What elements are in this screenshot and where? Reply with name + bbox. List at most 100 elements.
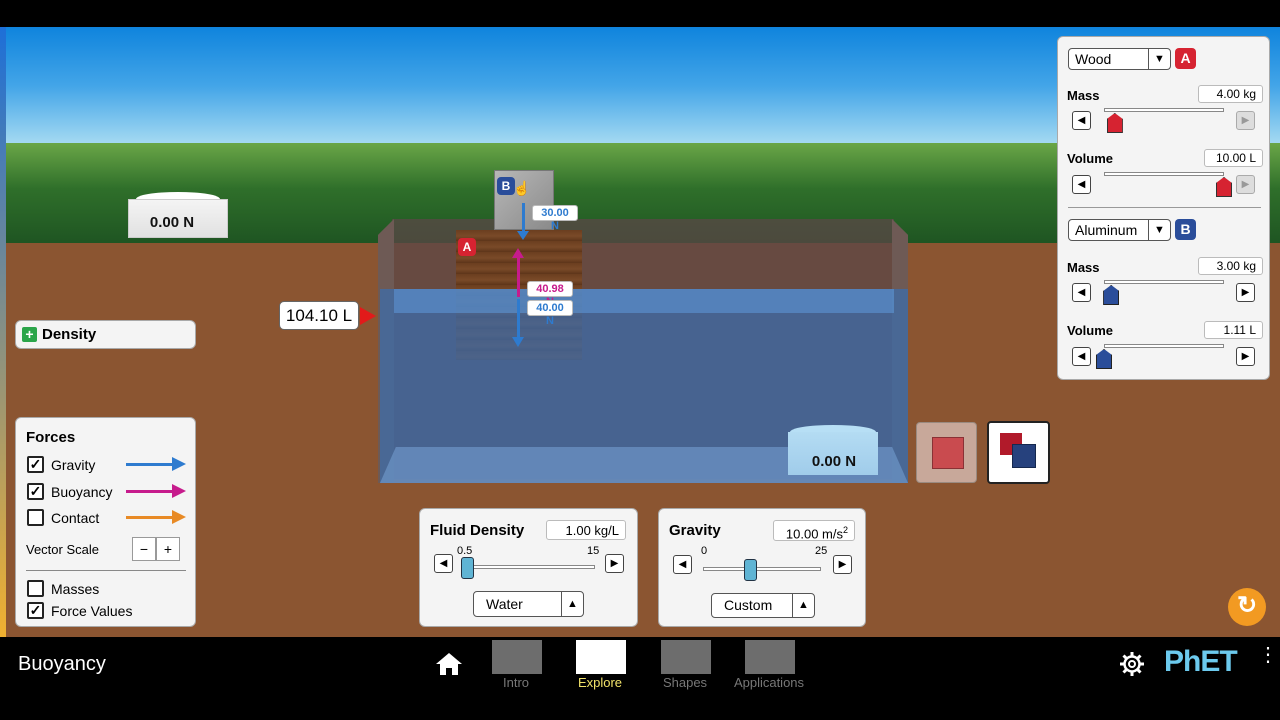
block-a-mass-value: 4.00 kg (1198, 85, 1263, 103)
two-blocks-toggle[interactable] (987, 421, 1050, 484)
block-b-mass-decrement[interactable]: ◀ (1072, 283, 1091, 302)
masses-checkbox[interactable] (27, 580, 44, 597)
left-scale[interactable]: 0.00 N (128, 192, 228, 238)
fluid-density-slider-track[interactable] (463, 565, 595, 569)
density-accordion[interactable]: + Density (15, 320, 196, 349)
force-values-checkbox[interactable]: ✓ (27, 602, 44, 619)
gravity-value: 10.00 m/s2 (773, 520, 855, 541)
dropdown-arrow-icon: ▼ (1148, 220, 1170, 240)
one-block-toggle[interactable] (916, 422, 977, 483)
gravity-checkbox[interactable]: ✓ (27, 456, 44, 473)
block-a-buoyancy-value: 40.98 N (527, 281, 573, 308)
contact-checkbox[interactable] (27, 509, 44, 526)
block-b-mass-slider-thumb[interactable] (1103, 285, 1120, 305)
gear-icon (1120, 652, 1144, 676)
sim-title: Buoyancy (18, 653, 106, 675)
buoyancy-arrow-legend (126, 490, 174, 493)
gravity-min-label: 0 (701, 545, 708, 557)
block-a-volume-value: 10.00 L (1204, 149, 1263, 167)
pool-scale[interactable]: 0.00 N (788, 425, 880, 477)
home-button[interactable] (434, 651, 466, 679)
pool-scale-reading: 0.00 N (811, 453, 857, 470)
block-a-gravity-value: 40.00 N (527, 300, 573, 327)
block-b-mass-slider-track[interactable] (1104, 280, 1224, 284)
vector-scale-minus-button[interactable]: − (132, 537, 156, 561)
block-b-volume-slider-thumb[interactable] (1096, 349, 1112, 369)
block-b-volume-decrement[interactable]: ◀ (1072, 347, 1091, 366)
block-b-mass-label: Mass (1067, 260, 1100, 275)
fluid-density-panel: Fluid Density 1.00 kg/L 0.5 15 ◀ ▶ Water… (419, 508, 638, 627)
block-a-mass-slider-track[interactable] (1104, 108, 1224, 112)
fluid-type-value: Water (486, 596, 523, 612)
block-b-material-value: Aluminum (1075, 222, 1138, 238)
block-a-volume-decrement[interactable]: ◀ (1072, 175, 1091, 194)
left-scale-reading: 0.00 N (149, 214, 195, 231)
gravity-increment-button[interactable]: ▶ (833, 555, 852, 574)
block-a-volume-slider-track[interactable] (1104, 172, 1224, 176)
masses-label: Masses (51, 581, 100, 597)
gravity-value-text: 10.00 m/s (785, 526, 843, 542)
single-block-icon (932, 437, 964, 469)
tab-shapes-thumbnail (661, 640, 711, 674)
plus-icon: + (22, 327, 37, 342)
dropdown-arrow-icon: ▲ (792, 594, 814, 617)
block-b-material-select[interactable]: Aluminum ▼ (1068, 219, 1171, 241)
gravity-slider-track[interactable] (703, 567, 821, 571)
block-a-mass-label: Mass (1067, 88, 1100, 103)
block-a-badge: A (458, 238, 476, 256)
navigation-bar: Buoyancy Intro Explore Shapes Applicatio… (0, 637, 1280, 693)
forces-title: Forces (26, 429, 76, 446)
fluid-density-value: 1.00 kg/L (546, 520, 626, 540)
gravity-arrow-legend (126, 463, 174, 466)
gravity-preset-select[interactable]: Custom ▲ (711, 593, 815, 618)
settings-button[interactable] (1119, 651, 1145, 677)
divider (1068, 207, 1261, 208)
gravity-label: Gravity (51, 457, 96, 473)
more-options-icon[interactable]: ⋮ (1258, 645, 1278, 679)
pool-volume-readout[interactable]: 104.10 L (279, 301, 359, 330)
block-a-mass-increment[interactable]: ▶ (1236, 111, 1255, 130)
gravity-value-exponent: 2 (842, 525, 848, 535)
block-a-mass-decrement[interactable]: ◀ (1072, 111, 1091, 130)
reset-icon: ↻ (1236, 592, 1258, 619)
block-a-volume-label: Volume (1067, 151, 1113, 166)
block-a-buoyancy-arrow (517, 257, 520, 297)
force-values-label: Force Values (51, 603, 133, 619)
contact-label: Contact (51, 510, 100, 526)
reset-all-button[interactable]: ↻ (1228, 588, 1266, 626)
vector-scale-label: Vector Scale (26, 542, 99, 557)
home-icon (436, 653, 462, 675)
buoyancy-label: Buoyancy (51, 484, 113, 500)
block-a-material-value: Wood (1075, 51, 1112, 67)
hand-cursor-icon: ☝ (513, 180, 531, 196)
tab-applications-thumbnail (745, 640, 795, 674)
gravity-slider-thumb[interactable] (743, 559, 757, 581)
vector-scale-plus-button[interactable]: + (156, 537, 180, 561)
block-b-volume-increment[interactable]: ▶ (1236, 347, 1255, 366)
phet-logo[interactable]: PhET (1164, 645, 1238, 679)
water-surface (394, 289, 894, 313)
buoyancy-checkbox[interactable]: ✓ (27, 483, 44, 500)
gravity-max-label: 25 (815, 545, 828, 557)
water-level-marker[interactable] (360, 307, 376, 325)
tab-applications-label: Applications (733, 675, 805, 690)
fluid-increment-button[interactable]: ▶ (605, 554, 624, 573)
block-b-volume-slider-track[interactable] (1104, 344, 1224, 348)
block-a-volume-increment[interactable]: ▶ (1236, 175, 1255, 194)
tab-intro-thumbnail (492, 640, 542, 674)
fluid-density-slider-thumb[interactable] (461, 557, 475, 579)
block-a-mass-slider-thumb[interactable] (1106, 113, 1123, 133)
forces-panel: Forces ✓ Gravity ✓ Buoyancy Contact Vect… (15, 417, 196, 627)
block-a-material-select[interactable]: Wood ▼ (1068, 48, 1171, 70)
block-a-volume-slider-thumb[interactable] (1216, 177, 1232, 197)
block-properties-panel: Wood ▼ A Mass 4.00 kg ◀ ▶ Volume 10.00 L… (1057, 36, 1270, 380)
block-b-volume-label: Volume (1067, 323, 1113, 338)
dropdown-arrow-icon: ▼ (1148, 49, 1170, 69)
gravity-decrement-button[interactable]: ◀ (673, 555, 692, 574)
block-a-gravity-arrow (517, 299, 520, 339)
block-b-mass-value: 3.00 kg (1198, 257, 1263, 275)
block-b-mass-increment[interactable]: ▶ (1236, 283, 1255, 302)
fluid-type-select[interactable]: Water ▲ (473, 591, 584, 617)
fluid-decrement-button[interactable]: ◀ (434, 554, 453, 573)
tab-explore-thumbnail (576, 640, 626, 674)
